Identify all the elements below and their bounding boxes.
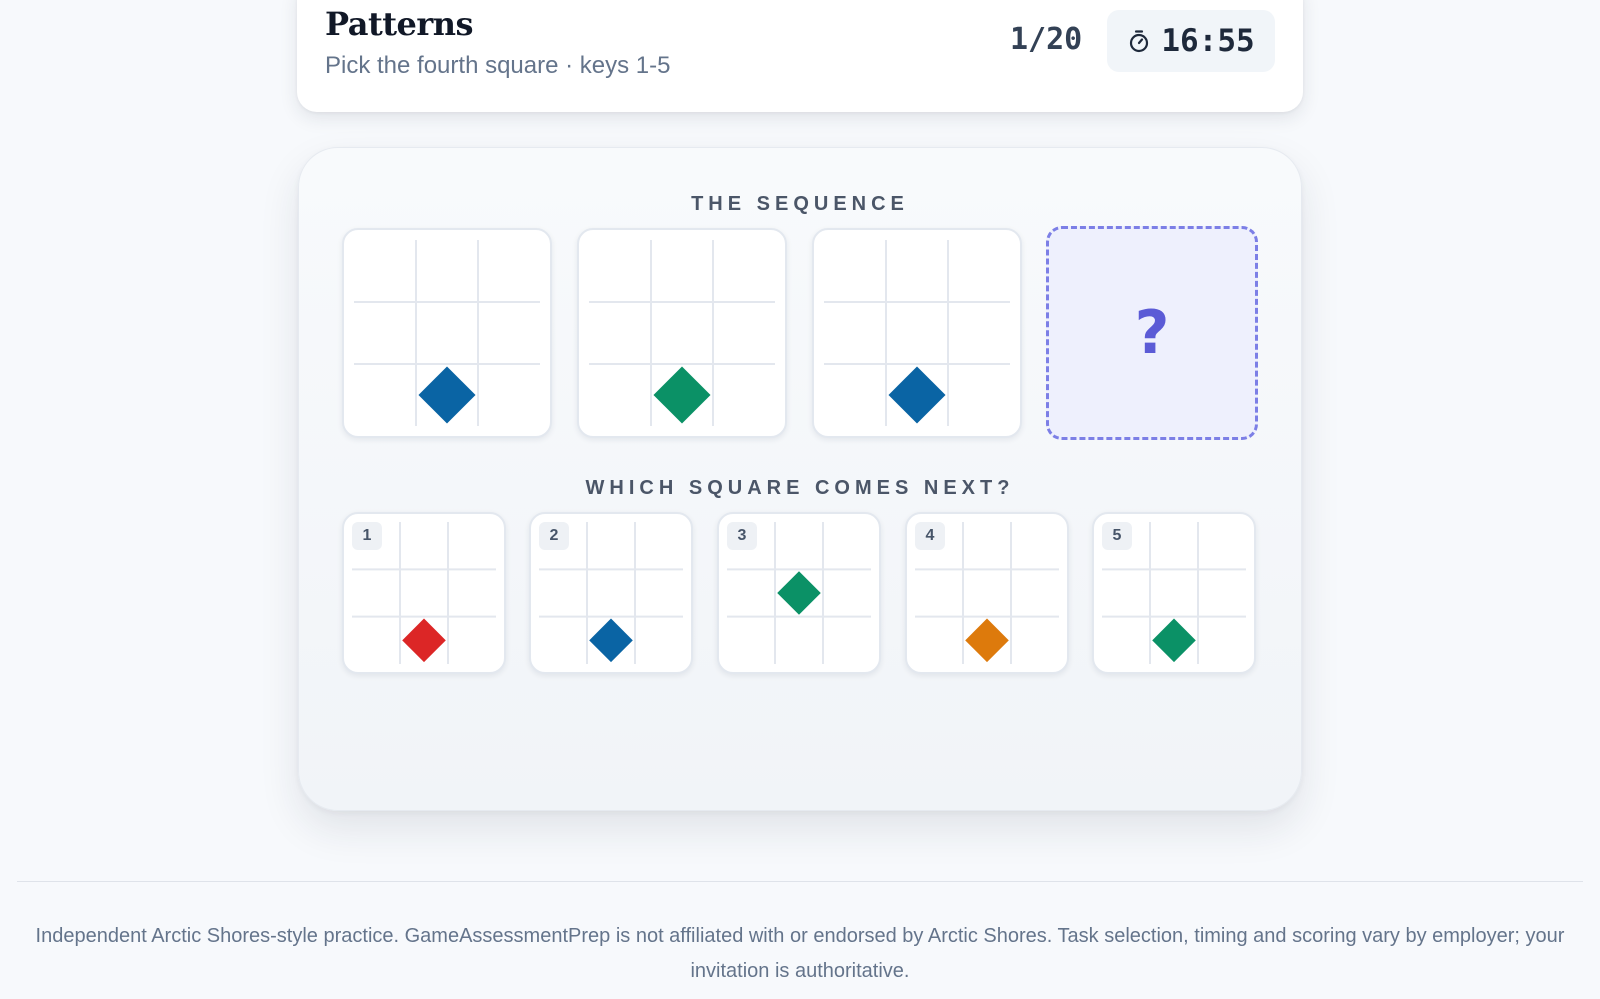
question-label: WHICH SQUARE COMES NEXT?: [585, 477, 1015, 499]
diamond-shape: [402, 618, 446, 663]
grid-3x3: [354, 240, 540, 426]
option-key-badge: 1: [352, 522, 382, 550]
diamond-shape: [418, 366, 476, 424]
diamond-shape: [1152, 618, 1196, 663]
missing-square: ?: [1046, 226, 1258, 440]
option-5-button[interactable]: 5: [1092, 512, 1256, 674]
option-key-badge: 3: [727, 522, 757, 550]
option-key-badge: 5: [1102, 522, 1132, 550]
sequence-square-2: [577, 228, 787, 438]
diamond-shape: [653, 366, 711, 424]
timer-value: 16:55: [1161, 23, 1255, 59]
footer-divider: [17, 881, 1583, 882]
diamond-shape: [589, 618, 633, 663]
instructions-text: Pick the fourth square · keys 1-5: [325, 52, 671, 79]
question-mark: ?: [1134, 298, 1170, 368]
footer-disclaimer: Independent Arctic Shores-style practice…: [0, 919, 1600, 989]
sequence-square-1: [342, 228, 552, 438]
sequence-square-3: [812, 228, 1022, 438]
diamond-shape: [888, 366, 946, 424]
timer: 16:55: [1107, 10, 1275, 72]
puzzle-card: THE SEQUENCE ? WHICH SQUARE COMES NEXT? …: [298, 147, 1302, 811]
disclaimer-text: Independent Arctic Shores-style practice…: [35, 925, 1565, 982]
question-counter: 1/20: [1010, 22, 1083, 57]
page-title: Patterns: [325, 5, 474, 43]
option-4-button[interactable]: 4: [905, 512, 1069, 674]
option-3-button[interactable]: 3: [717, 512, 881, 674]
game-header: Patterns Pick the fourth square · keys 1…: [297, 0, 1303, 112]
sequence-label: THE SEQUENCE: [691, 193, 909, 215]
option-2-button[interactable]: 2: [529, 512, 693, 674]
game-page: Patterns Pick the fourth square · keys 1…: [0, 0, 1600, 999]
diamond-shape: [965, 618, 1009, 663]
option-1-button[interactable]: 1: [342, 512, 506, 674]
grid-3x3: [589, 240, 775, 426]
diamond-shape: [777, 571, 821, 615]
stopwatch-icon: [1130, 30, 1149, 53]
option-key-badge: 4: [915, 522, 945, 550]
option-key-badge: 2: [539, 522, 569, 550]
grid-3x3: [824, 240, 1010, 426]
